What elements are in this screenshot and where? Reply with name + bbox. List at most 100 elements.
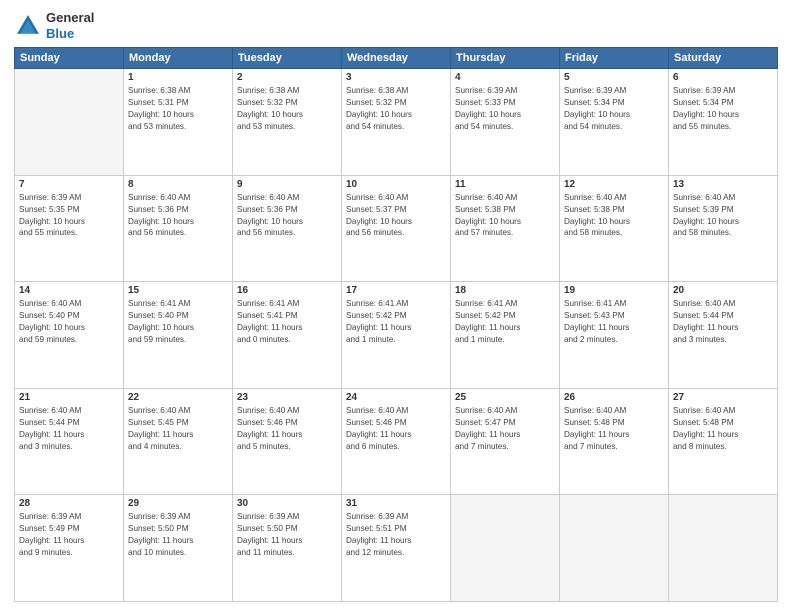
cell-info: Sunrise: 6:40 AM Sunset: 5:36 PM Dayligh…	[237, 192, 337, 240]
cell-info: Sunrise: 6:41 AM Sunset: 5:40 PM Dayligh…	[128, 298, 228, 346]
calendar: SundayMondayTuesdayWednesdayThursdayFrid…	[14, 47, 778, 602]
calendar-cell: 21 Sunrise: 6:40 AM Sunset: 5:44 PM Dayli…	[15, 388, 124, 495]
calendar-cell: 23Sunrise: 6:40 AM Sunset: 5:46 PM Dayli…	[233, 388, 342, 495]
calendar-cell: 1 Sunrise: 6:38 AM Sunset: 5:31 PM Daylig…	[124, 69, 233, 176]
cell-info: Sunrise: 6:39 AM Sunset: 5:51 PM Dayligh…	[346, 511, 446, 559]
week-row-2: 7 Sunrise: 6:39 AM Sunset: 5:35 PM Daylig…	[15, 175, 778, 282]
calendar-cell: 20 Sunrise: 6:40 AM Sunset: 5:44 PM Dayli…	[669, 282, 778, 389]
cell-info: Sunrise: 6:41 AM Sunset: 5:41 PM Dayligh…	[237, 298, 337, 346]
cell-date: 25	[455, 392, 555, 403]
calendar-cell: 24Sunrise: 6:40 AM Sunset: 5:46 PM Dayli…	[342, 388, 451, 495]
header: General Blue	[14, 10, 778, 41]
calendar-cell	[560, 495, 669, 602]
logo-line1: General	[46, 10, 94, 26]
cell-date: 1	[128, 72, 228, 83]
cell-info: Sunrise: 6:40 AM Sunset: 5:46 PM Dayligh…	[237, 405, 337, 453]
day-header-saturday: Saturday	[669, 48, 778, 69]
cell-date: 19	[564, 285, 664, 296]
cell-date: 21	[19, 392, 119, 403]
calendar-cell: 31 Sunrise: 6:39 AM Sunset: 5:51 PM Dayli…	[342, 495, 451, 602]
cell-date: 8	[128, 179, 228, 190]
calendar-cell: 13Sunrise: 6:40 AM Sunset: 5:39 PM Dayli…	[669, 175, 778, 282]
cell-date: 10	[346, 179, 446, 190]
cell-info: Sunrise: 6:40 AM Sunset: 5:48 PM Dayligh…	[673, 405, 773, 453]
cell-date: 18	[455, 285, 555, 296]
cell-info: Sunrise: 6:41 AM Sunset: 5:43 PM Dayligh…	[564, 298, 664, 346]
week-row-1: 1 Sunrise: 6:38 AM Sunset: 5:31 PM Daylig…	[15, 69, 778, 176]
cell-date: 16	[237, 285, 337, 296]
day-header-thursday: Thursday	[451, 48, 560, 69]
calendar-cell: 26 Sunrise: 6:40 AM Sunset: 5:48 PM Dayli…	[560, 388, 669, 495]
cell-date: 3	[346, 72, 446, 83]
cell-info: Sunrise: 6:39 AM Sunset: 5:33 PM Dayligh…	[455, 85, 555, 133]
day-header-monday: Monday	[124, 48, 233, 69]
cell-info: Sunrise: 6:40 AM Sunset: 5:36 PM Dayligh…	[128, 192, 228, 240]
cell-info: Sunrise: 6:39 AM Sunset: 5:34 PM Dayligh…	[673, 85, 773, 133]
day-header-wednesday: Wednesday	[342, 48, 451, 69]
calendar-cell: 25 Sunrise: 6:40 AM Sunset: 5:47 PM Dayli…	[451, 388, 560, 495]
cell-date: 12	[564, 179, 664, 190]
cell-date: 13	[673, 179, 773, 190]
cell-info: Sunrise: 6:39 AM Sunset: 5:49 PM Dayligh…	[19, 511, 119, 559]
calendar-cell: 11Sunrise: 6:40 AM Sunset: 5:38 PM Dayli…	[451, 175, 560, 282]
cell-info: Sunrise: 6:40 AM Sunset: 5:47 PM Dayligh…	[455, 405, 555, 453]
cell-info: Sunrise: 6:39 AM Sunset: 5:35 PM Dayligh…	[19, 192, 119, 240]
calendar-cell	[451, 495, 560, 602]
calendar-cell: 28 Sunrise: 6:39 AM Sunset: 5:49 PM Dayli…	[15, 495, 124, 602]
calendar-cell: 19 Sunrise: 6:41 AM Sunset: 5:43 PM Dayli…	[560, 282, 669, 389]
cell-info: Sunrise: 6:40 AM Sunset: 5:38 PM Dayligh…	[455, 192, 555, 240]
cell-info: Sunrise: 6:40 AM Sunset: 5:44 PM Dayligh…	[19, 405, 119, 453]
cell-date: 26	[564, 392, 664, 403]
calendar-cell: 12 Sunrise: 6:40 AM Sunset: 5:38 PM Dayli…	[560, 175, 669, 282]
calendar-cell: 15 Sunrise: 6:41 AM Sunset: 5:40 PM Dayli…	[124, 282, 233, 389]
week-row-5: 28 Sunrise: 6:39 AM Sunset: 5:49 PM Dayli…	[15, 495, 778, 602]
cell-date: 4	[455, 72, 555, 83]
calendar-cell: 18 Sunrise: 6:41 AM Sunset: 5:42 PM Dayli…	[451, 282, 560, 389]
cell-info: Sunrise: 6:41 AM Sunset: 5:42 PM Dayligh…	[455, 298, 555, 346]
calendar-cell: 9 Sunrise: 6:40 AM Sunset: 5:36 PM Daylig…	[233, 175, 342, 282]
cell-info: Sunrise: 6:40 AM Sunset: 5:48 PM Dayligh…	[564, 405, 664, 453]
cell-info: Sunrise: 6:40 AM Sunset: 5:38 PM Dayligh…	[564, 192, 664, 240]
week-row-3: 14Sunrise: 6:40 AM Sunset: 5:40 PM Dayli…	[15, 282, 778, 389]
page: General Blue SundayMondayTuesdayWednesda…	[0, 0, 792, 612]
calendar-cell: 5 Sunrise: 6:39 AM Sunset: 5:34 PM Daylig…	[560, 69, 669, 176]
header-row: SundayMondayTuesdayWednesdayThursdayFrid…	[15, 48, 778, 69]
calendar-cell: 14Sunrise: 6:40 AM Sunset: 5:40 PM Dayli…	[15, 282, 124, 389]
cell-date: 27	[673, 392, 773, 403]
cell-info: Sunrise: 6:40 AM Sunset: 5:44 PM Dayligh…	[673, 298, 773, 346]
week-row-4: 21 Sunrise: 6:40 AM Sunset: 5:44 PM Dayli…	[15, 388, 778, 495]
cell-info: Sunrise: 6:39 AM Sunset: 5:50 PM Dayligh…	[237, 511, 337, 559]
cell-date: 9	[237, 179, 337, 190]
calendar-cell: 8 Sunrise: 6:40 AM Sunset: 5:36 PM Daylig…	[124, 175, 233, 282]
cell-date: 31	[346, 498, 446, 509]
cell-date: 5	[564, 72, 664, 83]
cell-info: Sunrise: 6:39 AM Sunset: 5:50 PM Dayligh…	[128, 511, 228, 559]
day-header-tuesday: Tuesday	[233, 48, 342, 69]
cell-info: Sunrise: 6:39 AM Sunset: 5:34 PM Dayligh…	[564, 85, 664, 133]
cell-date: 30	[237, 498, 337, 509]
cell-info: Sunrise: 6:38 AM Sunset: 5:32 PM Dayligh…	[237, 85, 337, 133]
day-header-friday: Friday	[560, 48, 669, 69]
calendar-cell	[669, 495, 778, 602]
logo-line2: Blue	[46, 26, 94, 42]
calendar-cell: 22Sunrise: 6:40 AM Sunset: 5:45 PM Dayli…	[124, 388, 233, 495]
cell-date: 14	[19, 285, 119, 296]
calendar-table: SundayMondayTuesdayWednesdayThursdayFrid…	[14, 47, 778, 602]
cell-date: 17	[346, 285, 446, 296]
calendar-cell: 4 Sunrise: 6:39 AM Sunset: 5:33 PM Daylig…	[451, 69, 560, 176]
cell-date: 7	[19, 179, 119, 190]
calendar-cell: 3 Sunrise: 6:38 AM Sunset: 5:32 PM Daylig…	[342, 69, 451, 176]
calendar-cell: 7 Sunrise: 6:39 AM Sunset: 5:35 PM Daylig…	[15, 175, 124, 282]
calendar-cell: 27 Sunrise: 6:40 AM Sunset: 5:48 PM Dayli…	[669, 388, 778, 495]
logo-icon	[14, 12, 42, 40]
day-header-sunday: Sunday	[15, 48, 124, 69]
calendar-cell: 17Sunrise: 6:41 AM Sunset: 5:42 PM Dayli…	[342, 282, 451, 389]
cell-date: 15	[128, 285, 228, 296]
cell-date: 20	[673, 285, 773, 296]
cell-date: 28	[19, 498, 119, 509]
cell-info: Sunrise: 6:38 AM Sunset: 5:32 PM Dayligh…	[346, 85, 446, 133]
calendar-cell: 29Sunrise: 6:39 AM Sunset: 5:50 PM Dayli…	[124, 495, 233, 602]
calendar-cell: 30 Sunrise: 6:39 AM Sunset: 5:50 PM Dayli…	[233, 495, 342, 602]
cell-date: 6	[673, 72, 773, 83]
cell-info: Sunrise: 6:38 AM Sunset: 5:31 PM Dayligh…	[128, 85, 228, 133]
